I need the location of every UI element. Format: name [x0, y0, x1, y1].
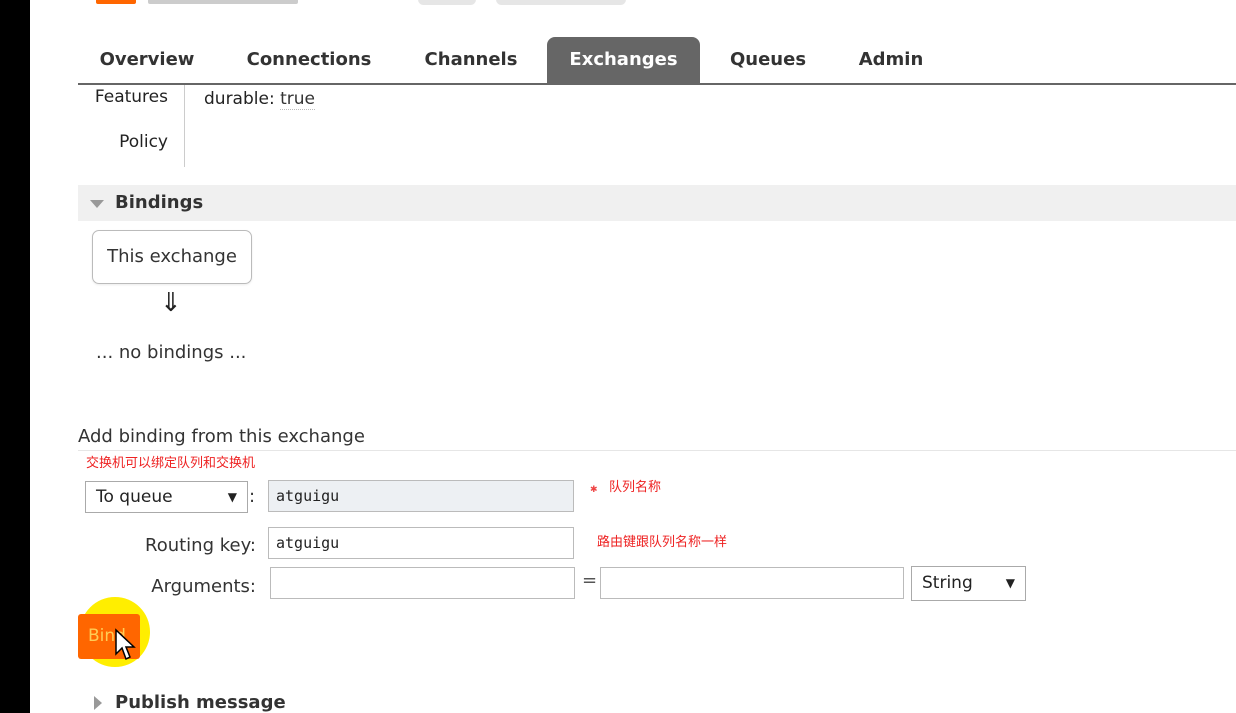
colon: : [249, 486, 256, 507]
no-bindings-text: ... no bindings ... [96, 342, 247, 363]
features-key: durable: [204, 89, 275, 109]
down-arrow-icon: ⇓ [160, 288, 182, 318]
annotation-queue-name: 队列名称 [609, 480, 662, 495]
add-binding-title: Add binding from this exchange [78, 426, 365, 447]
tab-admin[interactable]: Admin [844, 37, 938, 83]
expand-triangle-icon [94, 696, 102, 710]
left-edge-bar [0, 0, 30, 713]
equals-sign: = [582, 570, 598, 591]
arguments-label: Arguments: [151, 576, 256, 597]
features-label: Features [94, 87, 168, 107]
durable-value: true [280, 89, 315, 110]
dropdown-caret-icon: ▼ [227, 490, 237, 504]
bindings-title: Bindings [115, 192, 204, 213]
argument-type-value: String [922, 573, 973, 593]
argument-type-select[interactable]: String ▼ [911, 566, 1026, 601]
tab-connections[interactable]: Connections [235, 37, 383, 83]
annotation-exchange-can-bind: 交换机可以绑定队列和交换机 [86, 456, 256, 471]
collapse-triangle-icon [90, 200, 104, 208]
required-mark: ✱ [590, 485, 598, 495]
argument-value-input[interactable] [600, 567, 904, 599]
argument-key-input[interactable] [270, 567, 575, 599]
logo-text [148, 0, 298, 4]
details-label-column: Features Policy [78, 85, 185, 167]
features-value: durable: true [204, 89, 315, 110]
header-pill [418, 0, 476, 5]
bindings-section-header[interactable]: Bindings [78, 185, 1236, 221]
dropdown-caret-icon: ▼ [1005, 576, 1015, 590]
destination-type-value: To queue [96, 487, 173, 507]
tab-channels[interactable]: Channels [406, 37, 536, 83]
policy-label: Policy [119, 132, 168, 152]
tab-exchanges[interactable]: Exchanges [547, 37, 700, 83]
this-exchange-box: This exchange [92, 230, 252, 284]
routing-key-input[interactable]: atguigu [268, 527, 574, 559]
logo [96, 0, 136, 4]
publish-message-section-header[interactable]: Publish message [78, 685, 1236, 713]
annotation-routing-key-same: 路由键跟队列名称一样 [597, 535, 728, 550]
header-pill [496, 0, 626, 5]
header-strip [78, 0, 1236, 8]
tab-overview[interactable]: Overview [78, 37, 216, 83]
main-tabs: Overview Connections Channels Exchanges … [78, 37, 1236, 85]
routing-key-label: Routing key: [145, 535, 256, 556]
divider [78, 450, 1236, 451]
publish-message-title: Publish message [115, 692, 286, 713]
mouse-cursor-icon [115, 628, 136, 661]
tab-queues[interactable]: Queues [718, 37, 818, 83]
destination-input[interactable]: atguigu [268, 480, 574, 512]
destination-type-select[interactable]: To queue ▼ [85, 481, 248, 513]
